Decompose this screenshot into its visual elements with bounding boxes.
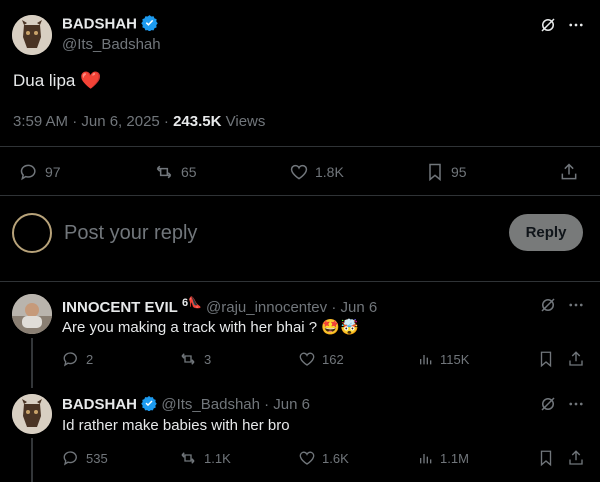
reply-author-badge: 6👠: [182, 297, 202, 309]
bookmark-button[interactable]: 95: [425, 162, 467, 182]
tweet-timestamp[interactable]: 3:59 AM · Jun 6, 2025 ·: [13, 113, 173, 130]
views-label: Views: [221, 113, 266, 130]
more-options-icon[interactable]: [565, 393, 587, 415]
reply-like-button[interactable]: 1.6K: [298, 449, 349, 467]
reply-input[interactable]: Post your reply: [64, 222, 197, 245]
bookmark-icon: [429, 163, 441, 182]
thread-line: [31, 438, 33, 482]
heart-icon: [290, 164, 308, 180]
views-icon: [420, 454, 432, 464]
reply-reply-button[interactable]: 535: [62, 449, 108, 467]
views-icon: [420, 355, 432, 365]
tweet-meta: 3:59 AM · Jun 6, 2025 · 243.5K Views: [13, 113, 265, 130]
views-count: 243.5K: [173, 113, 222, 130]
bookmark-count: 95: [451, 164, 467, 180]
reply-icon: [63, 352, 77, 367]
more-options-icon[interactable]: [565, 294, 587, 316]
divider-composer: [0, 281, 600, 282]
author-name[interactable]: BADSHAH: [62, 15, 137, 32]
author-handle[interactable]: @Its_Badshah: [62, 36, 161, 53]
repost-icon: [181, 353, 195, 365]
divider-top: [0, 146, 600, 147]
reply-submit-button[interactable]: Reply: [509, 214, 583, 251]
share-icon: [569, 450, 583, 465]
share-icon: [561, 163, 577, 180]
reply-views-button[interactable]: 115K: [418, 350, 469, 368]
reply-author-name[interactable]: BADSHAH: [62, 396, 137, 413]
like-count: 1.8K: [315, 164, 344, 180]
verified-badge-icon: [141, 14, 158, 35]
reply-bookmark-button[interactable]: [537, 449, 555, 467]
repost-icon: [181, 452, 195, 464]
divider-middle: [0, 195, 600, 196]
grok-icon[interactable]: [537, 294, 559, 316]
reply-repost-button[interactable]: 3: [178, 350, 211, 368]
like-button[interactable]: 1.8K: [289, 162, 344, 182]
reply-repost-button[interactable]: 1.1K: [178, 449, 231, 467]
share-button[interactable]: [559, 162, 579, 182]
reply-emojis: 🤩🤯: [321, 319, 359, 336]
tweet-text: Dua lipa ❤️: [13, 71, 101, 91]
reply-handle-time[interactable]: @raju_innocentev · Jun 6: [206, 299, 377, 316]
more-options-icon[interactable]: [565, 14, 587, 36]
reply-avatar[interactable]: [12, 394, 52, 434]
bookmark-icon: [540, 351, 552, 368]
share-icon: [569, 351, 583, 366]
reply-author-name[interactable]: INNOCENT EVIL: [62, 299, 178, 316]
heart-emoji: ❤️: [80, 71, 102, 90]
grok-icon[interactable]: [537, 14, 559, 36]
reply-share-button[interactable]: [567, 350, 585, 368]
heart-icon: [299, 352, 315, 366]
repost-icon: [156, 165, 172, 179]
reply-avatar[interactable]: [12, 294, 52, 334]
reply-like-button[interactable]: 162: [298, 350, 344, 368]
verified-badge-icon: [141, 395, 157, 415]
reply-header: INNOCENT EVIL 6👠 @raju_innocentev · Jun …: [62, 296, 377, 316]
repost-button[interactable]: 65: [153, 162, 197, 182]
repost-count: 65: [181, 164, 197, 180]
grok-icon[interactable]: [537, 393, 559, 415]
reply-handle-time[interactable]: @Its_Badshah · Jun 6: [161, 396, 310, 413]
author-avatar[interactable]: [12, 15, 52, 55]
reply-views-button[interactable]: 1.1M: [418, 449, 469, 467]
reply-button[interactable]: 97: [19, 162, 61, 182]
reply-text: Id rather make babies with her bro: [62, 417, 290, 434]
reply-icon: [20, 164, 36, 181]
thread-line: [31, 338, 33, 388]
reply-header: BADSHAH @Its_Badshah · Jun 6: [62, 395, 310, 415]
reply-bookmark-button[interactable]: [537, 350, 555, 368]
bookmark-icon: [540, 450, 552, 467]
reply-count: 97: [45, 164, 61, 180]
tweet-text-body: Dua lipa: [13, 71, 76, 90]
reply-text: Are you making a track with her bhai ? 🤩…: [62, 319, 359, 336]
reply-share-button[interactable]: [567, 449, 585, 467]
reply-icon: [63, 451, 77, 466]
reply-reply-button[interactable]: 2: [62, 350, 93, 368]
heart-icon: [299, 451, 315, 465]
composer-avatar: [12, 213, 52, 253]
